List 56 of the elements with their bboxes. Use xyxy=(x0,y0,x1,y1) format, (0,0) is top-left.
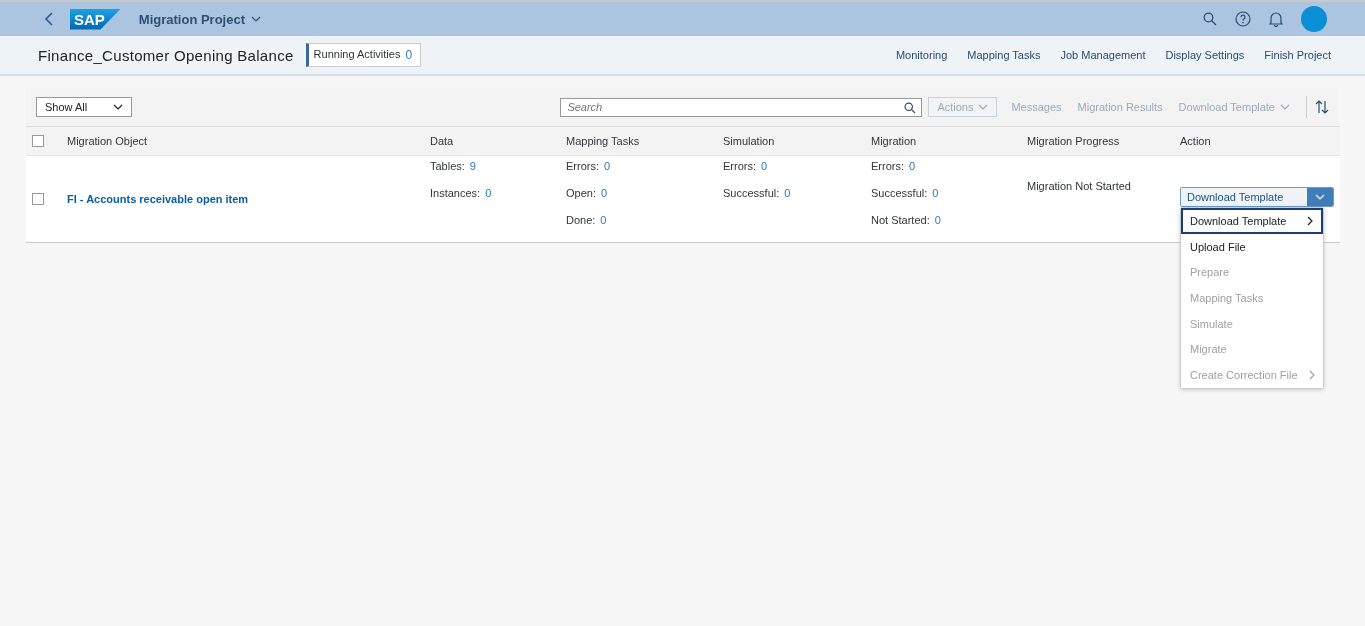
stat-label: Instances: xyxy=(430,187,481,199)
chevron-down-icon xyxy=(978,104,989,110)
stat-value[interactable]: 0 xyxy=(761,160,768,172)
stat-value[interactable]: 0 xyxy=(485,187,492,199)
column-header: Data xyxy=(430,135,454,147)
header-link[interactable]: Monitoring xyxy=(895,49,948,61)
stat-label: Open: xyxy=(566,187,596,199)
stat-value[interactable]: 9 xyxy=(469,160,476,172)
stat-label: Tables: xyxy=(430,160,465,172)
app-title-menu[interactable]: Migration Project xyxy=(138,11,262,27)
column-header: Simulation xyxy=(723,135,775,147)
stat-label: Errors: xyxy=(871,160,904,172)
chevron-down-icon xyxy=(113,104,123,110)
chevron-down-icon xyxy=(1315,194,1325,200)
header-link[interactable]: Job Management xyxy=(1060,49,1146,61)
menu-item[interactable]: Upload File xyxy=(1181,233,1323,260)
logo: SAP xyxy=(70,8,121,30)
column-header: Migration xyxy=(871,135,917,147)
search-icon[interactable] xyxy=(904,101,917,114)
stat-value[interactable]: 0 xyxy=(600,187,608,199)
header-link[interactable]: Mapping Tasks xyxy=(967,49,1041,61)
select-all-checkbox[interactable] xyxy=(32,135,44,147)
action-button[interactable]: Download Template xyxy=(1181,188,1307,206)
page-title: Finance_Customer Opening Balance xyxy=(38,46,294,64)
column-header: Migration Progress xyxy=(1027,135,1120,147)
menu-item[interactable]: Download Template xyxy=(1181,208,1323,234)
header-link[interactable]: Finish Project xyxy=(1264,49,1331,61)
migration-object-link[interactable]: FI - Accounts receivable open item xyxy=(67,193,249,205)
chevron-down-icon xyxy=(251,16,262,22)
stat-value[interactable]: 0 xyxy=(600,214,607,226)
column-header: Mapping Tasks xyxy=(566,135,640,147)
header-link[interactable]: Display Settings xyxy=(1165,49,1245,61)
stat-label: Not Started: xyxy=(871,214,930,226)
stat-label: Errors: xyxy=(566,160,599,172)
stat-value[interactable]: 0 xyxy=(909,160,916,172)
search-icon[interactable] xyxy=(1203,12,1217,26)
row-checkbox[interactable] xyxy=(32,193,44,205)
stat-label: Successful: xyxy=(871,187,928,199)
sort-button[interactable] xyxy=(1315,100,1329,114)
chevron-down-icon xyxy=(1280,104,1290,110)
notification-bell-icon[interactable] xyxy=(1269,11,1283,27)
back-button[interactable] xyxy=(44,12,54,26)
column-header: Action xyxy=(1180,135,1211,147)
help-icon[interactable] xyxy=(1235,11,1251,27)
stat-value[interactable]: 0 xyxy=(784,187,791,199)
stat-label: Done: xyxy=(566,214,596,226)
stat-label: Errors: xyxy=(723,160,756,172)
stat-value[interactable]: 0 xyxy=(604,160,611,172)
filter-dropdown[interactable]: Show All xyxy=(36,97,132,117)
running-activities-badge[interactable]: Running Activities 0 xyxy=(305,43,422,67)
progress-status: Migration Not Started xyxy=(1027,180,1131,192)
stat-value[interactable]: 0 xyxy=(934,214,941,226)
column-header: Migration Object xyxy=(67,135,148,147)
stat-label: Successful: xyxy=(723,187,780,199)
stat-value[interactable]: 0 xyxy=(932,187,939,199)
search-field[interactable]: Search xyxy=(560,97,923,117)
